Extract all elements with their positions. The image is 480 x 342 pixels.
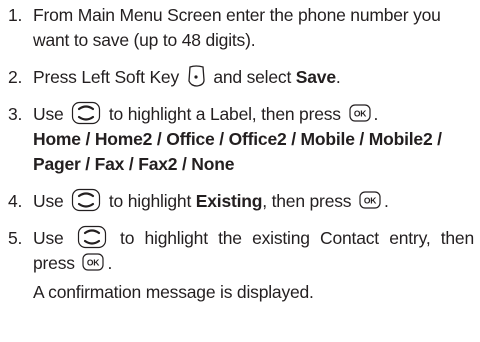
ok-key-icon: OK bbox=[348, 104, 371, 122]
navigation-key-icon bbox=[72, 102, 101, 125]
label-option: Home2 bbox=[94, 129, 153, 149]
step-5-press: press bbox=[33, 253, 75, 273]
step-5-line-2: press OK . bbox=[33, 251, 474, 276]
ok-key-label: OK bbox=[353, 109, 366, 119]
step-number: 4. bbox=[8, 191, 23, 211]
label-option: Mobile bbox=[300, 129, 355, 149]
step-3-text-mid: to highlight a Label, then press bbox=[108, 104, 341, 124]
label-options: Home / Home2 / Office / Office2 / Mobile… bbox=[33, 129, 442, 174]
ok-key-icon: OK bbox=[82, 253, 105, 271]
label-option: Office bbox=[166, 129, 215, 149]
step-4: 4. Use to highlight Existing, then press… bbox=[8, 189, 474, 214]
step-4-text-mid2: , then press bbox=[262, 191, 352, 211]
navigation-key-icon bbox=[72, 189, 101, 212]
instruction-document: 1. From Main Menu Screen enter the phone… bbox=[8, 0, 474, 305]
step-3: 3. Use to highlight a Label, then press … bbox=[8, 102, 474, 177]
label-option: Home bbox=[33, 129, 81, 149]
step-5-text: Use bbox=[33, 228, 64, 248]
step-4-text: Use bbox=[33, 191, 64, 211]
label-option: Fax bbox=[94, 154, 125, 174]
step-4-text-mid: to highlight bbox=[108, 191, 192, 211]
existing-option: Existing bbox=[195, 191, 263, 211]
label-option: Fax2 bbox=[138, 154, 178, 174]
label-option: Office2 bbox=[228, 129, 287, 149]
step-5-period: . bbox=[107, 253, 113, 273]
step-5-text-mid: to highlight the existing Contact entry,… bbox=[120, 228, 474, 248]
step-1-line-2: want to save (up to 48 digits). bbox=[33, 30, 256, 50]
step-number: 1. bbox=[8, 5, 23, 25]
save-option: Save bbox=[295, 67, 336, 87]
ok-key-icon: OK bbox=[359, 191, 381, 209]
step-2-text-mid: and select bbox=[213, 67, 292, 87]
ok-key-label: OK bbox=[87, 258, 100, 268]
step-2-period: . bbox=[335, 67, 341, 87]
step-1: 1. From Main Menu Screen enter the phone… bbox=[8, 3, 474, 53]
step-1-line-1: From Main Menu Screen enter the phone nu… bbox=[33, 5, 441, 25]
step-5: 5. Use to highlight the existing Contact… bbox=[8, 226, 474, 305]
navigation-key-icon bbox=[77, 226, 106, 249]
step-3-text: Use bbox=[33, 104, 64, 124]
left-soft-key-icon bbox=[188, 65, 205, 88]
step-number: 2. bbox=[8, 67, 23, 87]
step-number: 5. bbox=[8, 228, 23, 248]
step-2: 2. Press Left Soft Key and select Save. bbox=[8, 65, 474, 90]
step-4-period: . bbox=[384, 191, 389, 211]
step-5-line-1: Use to highlight the existing Contact en… bbox=[33, 226, 474, 251]
step-3-period: . bbox=[373, 104, 379, 124]
confirmation-message: A confirmation message is displayed. bbox=[33, 282, 314, 302]
step-number: 3. bbox=[8, 104, 23, 124]
ok-key-label: OK bbox=[364, 196, 377, 206]
step-2-text: Press Left Soft Key bbox=[33, 67, 179, 87]
label-option: Pager bbox=[33, 154, 81, 174]
label-option: Mobile2 bbox=[368, 129, 433, 149]
label-option: None bbox=[191, 154, 235, 174]
